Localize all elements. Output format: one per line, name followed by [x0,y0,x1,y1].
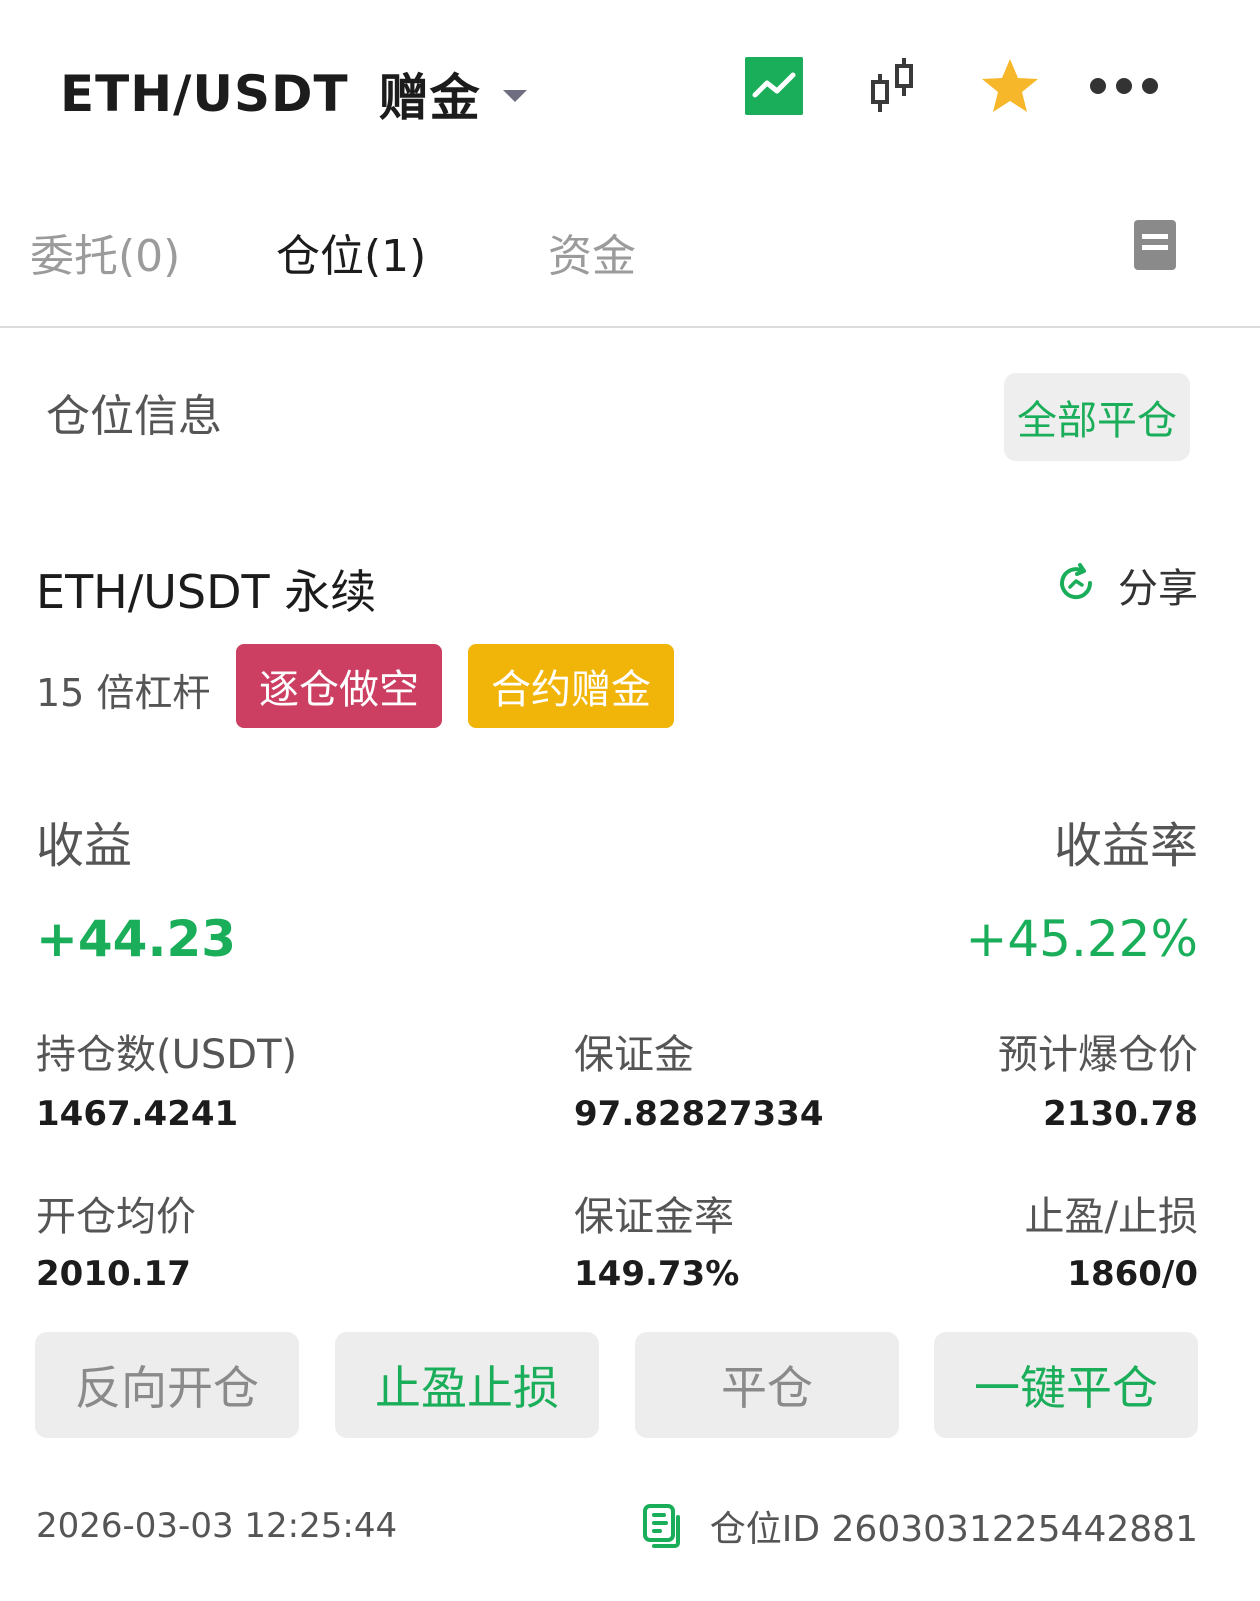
close-position-button[interactable]: 平仓 [635,1332,899,1438]
liquidation-price-label: 预计爆仓价 [998,1032,1198,1078]
one-click-close-button[interactable]: 一键平仓 [934,1332,1198,1438]
liquidation-price-value: 2130.78 [1043,1094,1198,1134]
contract-name: ETH/USDT 永续 [36,565,377,619]
margin-ratio-label: 保证金率 [574,1194,734,1240]
tpsl-label: 止盈/止损 [1024,1194,1198,1240]
pair-name: ETH/USDT [60,65,349,123]
entry-price-value: 2010.17 [36,1254,191,1294]
reverse-open-button[interactable]: 反向开仓 [35,1332,299,1438]
star-icon[interactable] [980,56,1040,116]
position-timestamp: 2026-03-03 12:25:44 [36,1506,398,1546]
tab-funds[interactable]: 资金 [548,220,636,284]
position-id[interactable]: 仓位ID 2603031225442881 [642,1500,1198,1552]
margin-ratio-value: 149.73% [574,1254,740,1294]
tpsl-value: 1860/0 [1067,1254,1198,1294]
more-icon[interactable] [1086,56,1162,116]
leverage-label: 15 倍杠杆 [36,671,211,715]
tab-orders[interactable]: 委托(0) [30,220,180,284]
pnl-value: +44.23 [36,910,237,968]
margin-value: 97.82827334 [574,1094,824,1134]
candlestick-icon[interactable] [862,56,922,116]
close-all-button[interactable]: 全部平仓 [1004,373,1190,461]
caret-down-icon [502,90,527,102]
tab-positions[interactable]: 仓位(1) [276,220,426,284]
contract-bonus-badge: 合约赠金 [468,644,674,728]
position-size-label: 持仓数(USDT) [36,1032,298,1078]
document-icon[interactable] [1134,220,1176,270]
tpsl-button[interactable]: 止盈止损 [335,1332,599,1438]
position-tabs: 委托(0) 仓位(1) 资金 [0,210,1260,328]
position-size-value: 1467.4241 [36,1094,239,1134]
share-label: 分享 [1118,566,1198,612]
entry-price-label: 开仓均价 [36,1194,196,1240]
pair-selector[interactable]: ETH/USDT 赠金 [60,58,527,130]
share-button[interactable]: 分享 [1054,556,1198,614]
pnl-rate-label: 收益率 [1053,818,1198,874]
copy-icon[interactable] [642,1503,684,1549]
account-type: 赠金 [378,69,481,127]
position-id-label: 仓位ID 2603031225442881 [709,1509,1198,1550]
section-title: 仓位信息 [46,391,222,442]
pnl-label: 收益 [36,818,133,874]
chart-icon[interactable] [744,56,804,116]
margin-label: 保证金 [574,1032,694,1078]
isolated-short-badge: 逐仓做空 [236,644,442,728]
top-header: ETH/USDT 赠金 [0,0,1260,175]
pnl-rate-value: +45.22% [965,910,1198,968]
share-icon [1054,561,1098,609]
